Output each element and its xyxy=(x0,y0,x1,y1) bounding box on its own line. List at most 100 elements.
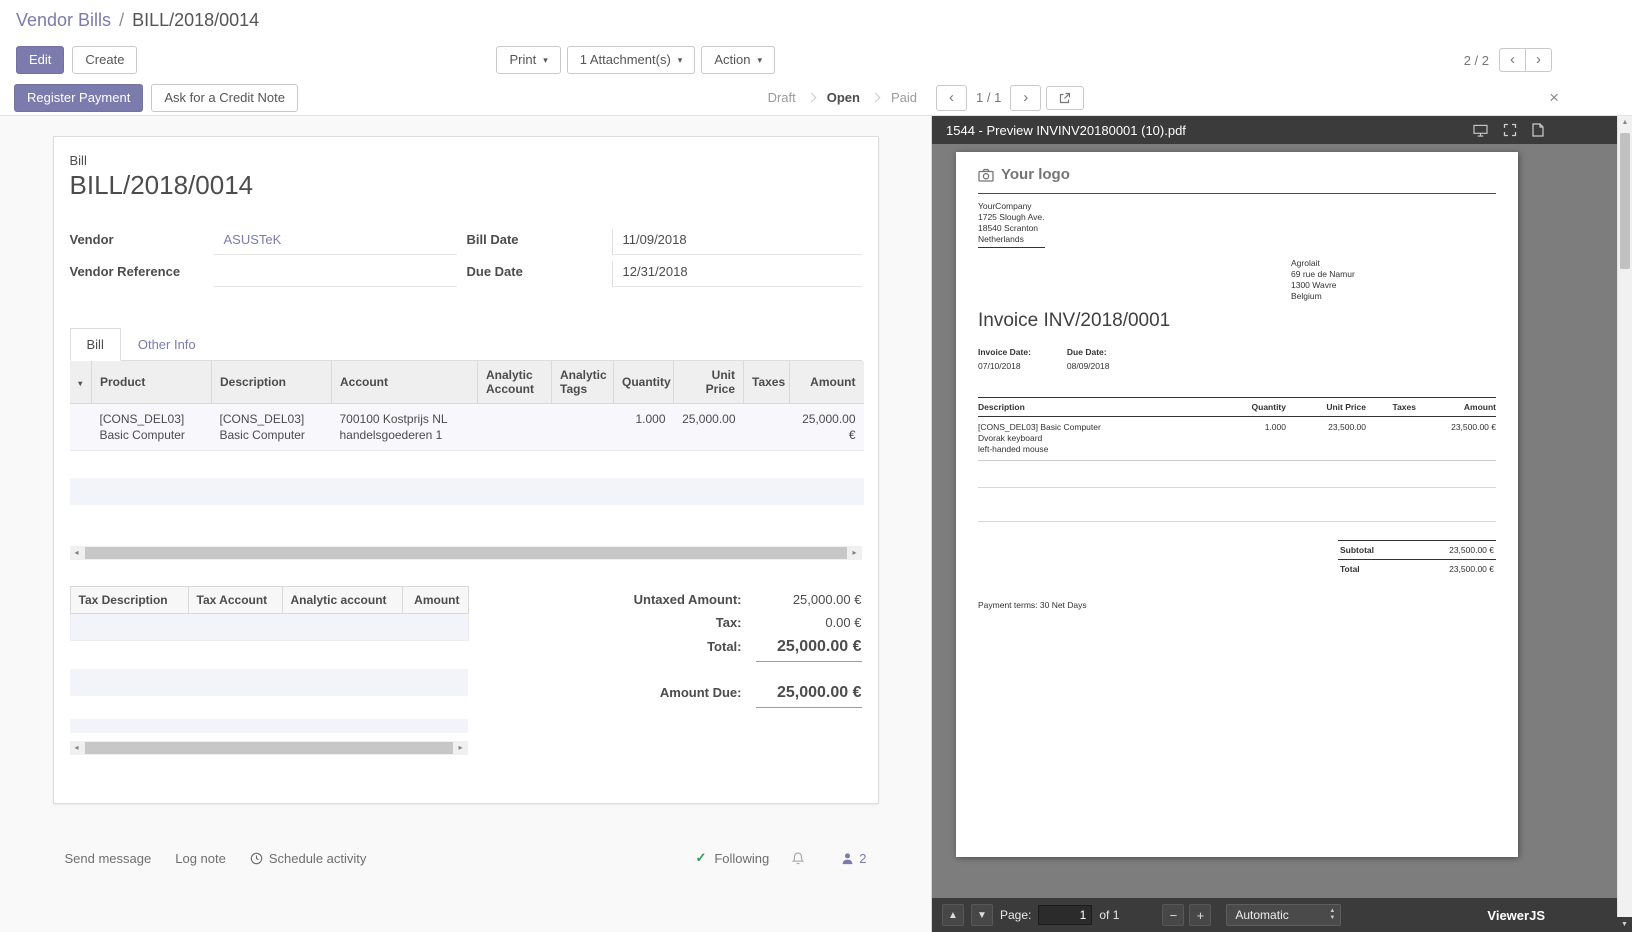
report-logo: Your logo xyxy=(978,166,1496,183)
pager-value[interactable]: 2 / 2 xyxy=(1464,53,1489,68)
log-note-button[interactable]: Log note xyxy=(175,851,226,866)
document-name: BILL/2018/0014 xyxy=(70,170,862,201)
scroll-right-icon[interactable]: ▸ xyxy=(454,741,468,755)
company-country: Netherlands xyxy=(978,234,1045,245)
vendor-reference-label: Vendor Reference xyxy=(70,261,214,287)
tab-other-info[interactable]: Other Info xyxy=(121,328,213,361)
status-step[interactable]: Draft xyxy=(756,86,808,109)
column-header-description[interactable]: Description xyxy=(212,361,332,404)
bill-date-value: 11/09/2018 xyxy=(612,229,862,255)
status-step[interactable]: Paid xyxy=(879,86,929,109)
scrollbar-thumb[interactable] xyxy=(85,547,847,559)
payment-terms: Payment terms: 30 Net Days xyxy=(978,600,1496,610)
column-header-taxes[interactable]: Taxes xyxy=(744,361,790,404)
form-sheet: Bill BILL/2018/0014 Vendor ASUSTeK Vendo… xyxy=(53,136,879,804)
report-cell-taxes xyxy=(1366,417,1416,461)
invoice-title: Invoice INV/2018/0001 xyxy=(978,310,1496,332)
preview-close-button[interactable]: × xyxy=(1543,86,1565,110)
print-button-label: Print xyxy=(509,52,536,68)
presentation-icon[interactable] xyxy=(1473,124,1488,137)
notification-bell-button[interactable] xyxy=(791,851,805,866)
arrow-up-icon: ▲ xyxy=(948,910,958,921)
payments-widget xyxy=(70,669,468,733)
scrollbar-thumb[interactable] xyxy=(1620,133,1630,269)
empty-row xyxy=(70,613,468,640)
report-cell-unit-price: 23,500.00 xyxy=(1286,417,1366,461)
report-subtotal-row: Subtotal 23,500.00 € xyxy=(1338,540,1496,559)
field-group-left: Vendor ASUSTeK Vendor Reference xyxy=(70,229,467,293)
zoom-in-button[interactable]: + xyxy=(1189,904,1211,926)
action-button[interactable]: Action ▾ xyxy=(701,46,775,74)
edit-button[interactable]: Edit xyxy=(16,46,64,74)
scroll-left-icon[interactable]: ◂ xyxy=(70,546,84,560)
scrollbar-thumb[interactable] xyxy=(85,742,453,754)
optional-columns-toggle[interactable]: ▾ xyxy=(70,361,92,404)
scroll-right-icon[interactable]: ▸ xyxy=(848,546,862,560)
create-button[interactable]: Create xyxy=(72,46,137,74)
followers-button[interactable]: 2 xyxy=(841,851,866,866)
invoice-line-row[interactable]: [CONS_DEL03] Basic Computer [CONS_DEL03]… xyxy=(70,404,864,451)
invoice-report-table: Description Quantity Unit Price Taxes Am… xyxy=(978,397,1496,461)
customer-country: Belgium xyxy=(1291,291,1355,302)
report-cell-description: [CONS_DEL03] Basic Computer Dvorak keybo… xyxy=(978,417,1224,461)
report-cell-amount: 23,500.00 € xyxy=(1416,417,1496,461)
column-header-account[interactable]: Account xyxy=(332,361,478,404)
preview-popout-button[interactable] xyxy=(1046,86,1084,110)
attachments-button[interactable]: 1 Attachment(s) ▾ xyxy=(567,46,696,74)
schedule-activity-button[interactable]: Schedule activity xyxy=(250,851,367,866)
report-cell-quantity: 1.000 xyxy=(1224,417,1286,461)
column-header-analytic-tags[interactable]: Analytic Tags xyxy=(552,361,614,404)
column-header-unit-price[interactable]: Unit Price xyxy=(674,361,744,404)
tax-horizontal-scrollbar[interactable]: ◂ ▸ xyxy=(70,741,468,755)
breadcrumb-parent-link[interactable]: Vendor Bills xyxy=(16,10,111,31)
company-city: 18540 Scranton xyxy=(978,223,1045,234)
scroll-up-button[interactable]: ▲ xyxy=(942,904,964,926)
following-button[interactable]: ✓ Following xyxy=(695,850,769,866)
zoom-out-button[interactable]: − xyxy=(1162,904,1184,926)
status-step[interactable]: Open xyxy=(815,86,872,109)
ask-credit-note-button[interactable]: Ask for a Credit Note xyxy=(151,84,298,112)
page-number-input[interactable] xyxy=(1038,905,1092,925)
register-payment-button[interactable]: Register Payment xyxy=(14,84,143,112)
bill-date-field: Bill Date 11/09/2018 xyxy=(467,229,862,255)
document-download-icon[interactable] xyxy=(1532,123,1544,137)
tab-bill[interactable]: Bill xyxy=(70,328,121,361)
vertical-scrollbar[interactable]: ▲ ▼ xyxy=(1617,116,1632,932)
scroll-up-arrow-icon[interactable]: ▲ xyxy=(1618,116,1632,130)
zoom-mode-value: Automatic xyxy=(1235,908,1288,922)
cell-description: [CONS_DEL03] Basic Computer xyxy=(212,404,332,451)
form-view: Bill BILL/2018/0014 Vendor ASUSTeK Vendo… xyxy=(0,116,931,932)
column-header-analytic-account[interactable]: Analytic Account xyxy=(478,361,552,404)
following-label: Following xyxy=(714,851,769,866)
due-date-field: Due Date 12/31/2018 xyxy=(467,261,862,287)
preview-previous-button[interactable]: ‹ xyxy=(936,85,967,111)
report-col-unit-price: Unit Price xyxy=(1286,398,1366,417)
column-header-quantity[interactable]: Quantity xyxy=(614,361,674,404)
invoice-date-value: 07/10/2018 xyxy=(978,361,1031,371)
pager-previous-button[interactable]: ‹ xyxy=(1499,48,1526,72)
invoice-date-label: Invoice Date: xyxy=(978,347,1031,357)
report-separator xyxy=(978,521,1496,522)
fullscreen-icon[interactable] xyxy=(1503,123,1517,137)
viewerjs-brand-link[interactable]: ViewerJS xyxy=(1487,908,1545,923)
send-message-button[interactable]: Send message xyxy=(65,851,152,866)
breadcrumb-separator: / xyxy=(119,10,124,31)
preview-next-button[interactable]: › xyxy=(1010,85,1041,111)
lines-horizontal-scrollbar[interactable]: ◂ ▸ xyxy=(70,546,862,560)
report-total-value: 23,500.00 € xyxy=(1449,564,1494,574)
pager-next-button[interactable]: › xyxy=(1525,48,1552,72)
print-button[interactable]: Print ▾ xyxy=(496,46,560,74)
scroll-left-icon[interactable]: ◂ xyxy=(70,741,84,755)
column-header-amount[interactable]: Amount xyxy=(790,361,864,404)
record-pager: 2 / 2 ‹ › xyxy=(931,48,1632,72)
company-name: YourCompany xyxy=(978,201,1045,212)
check-icon: ✓ xyxy=(695,850,706,866)
zoom-mode-select[interactable]: Automatic ▲ ▼ xyxy=(1226,904,1341,926)
scroll-down-button[interactable]: ▼ xyxy=(971,904,993,926)
attachment-preview-panel: 1544 - Preview INVINV20180001 (10).pdf xyxy=(931,116,1632,932)
totals-section: Untaxed Amount: 25,000.00 € Tax: 0.00 € … xyxy=(600,586,862,755)
minus-icon: − xyxy=(1170,908,1178,923)
scroll-down-arrow-icon[interactable]: ▼ xyxy=(1617,917,1632,932)
vendor-value-link[interactable]: ASUSTeK xyxy=(224,232,282,247)
column-header-product[interactable]: Product xyxy=(92,361,212,404)
